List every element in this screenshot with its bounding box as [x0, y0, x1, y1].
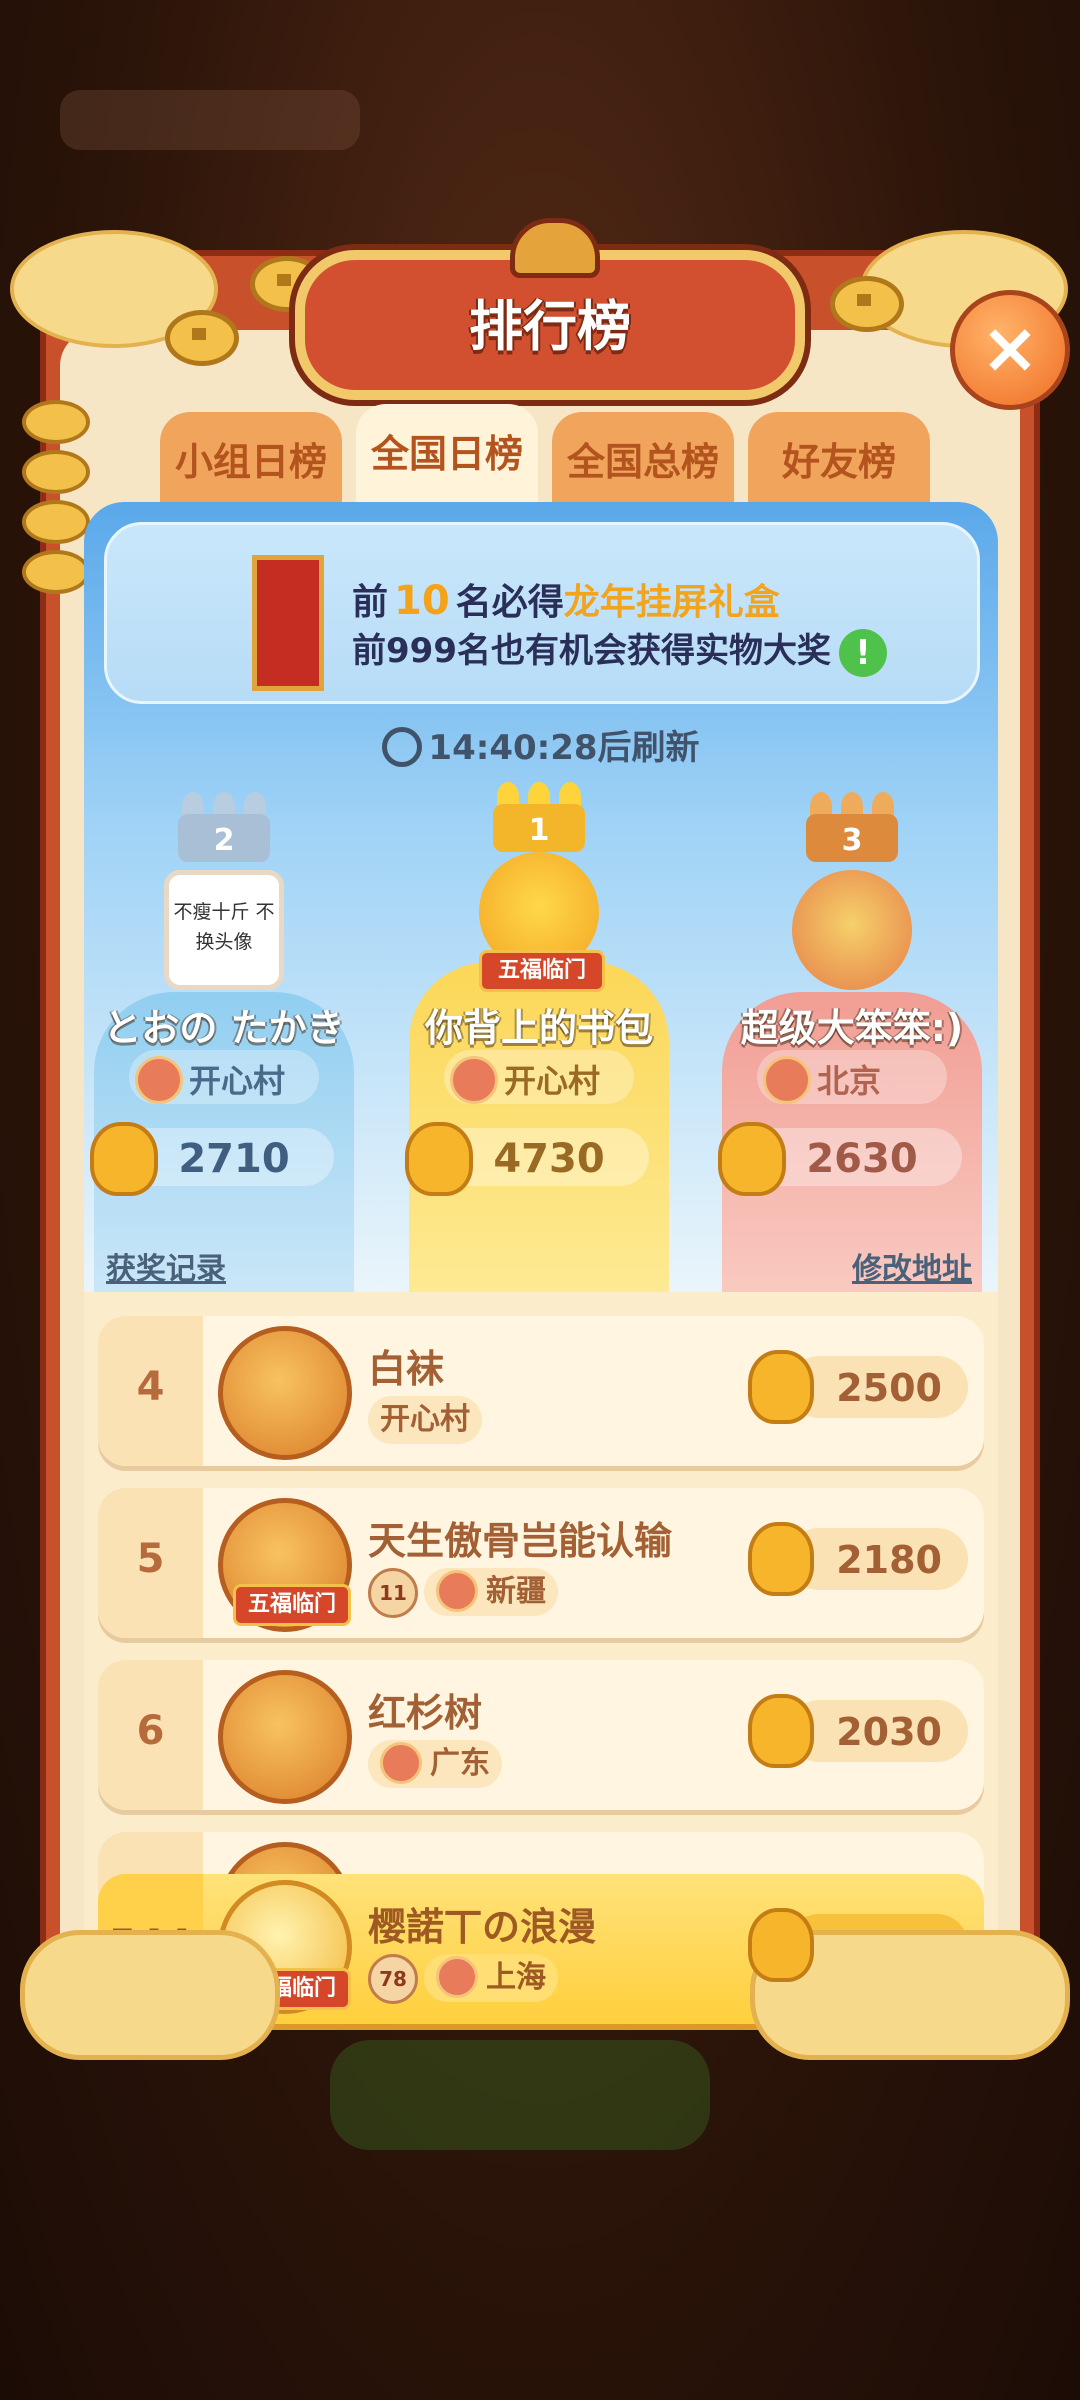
background-blur — [60, 90, 360, 150]
podium-rank-3[interactable]: 3 超级大笨笨:) 北京 2630 — [702, 502, 998, 1292]
score-pill: 2030 — [788, 1700, 968, 1762]
player-tags: 78 上海 — [368, 1954, 564, 2004]
rank-number: 6 — [136, 1708, 165, 1754]
level-badge: 78 — [368, 1954, 418, 2004]
location-tag: 开心村 — [368, 1396, 482, 1444]
money-bag-icon — [748, 1522, 814, 1596]
tab-national-total[interactable]: 全国总榜 — [552, 412, 734, 508]
podium-score: 2630 — [806, 1136, 918, 1182]
money-bag-icon — [748, 1694, 814, 1768]
location-badge-icon — [436, 1955, 478, 1998]
podium-rank-number: 2 — [213, 823, 235, 858]
award-record-link[interactable]: 获奖记录 — [106, 1244, 226, 1288]
close-button[interactable]: × — [950, 290, 1070, 410]
tab-national-daily[interactable]: 全国日榜 — [356, 404, 538, 508]
podium-score: 4730 — [493, 1136, 605, 1182]
location-pill: 北京 — [757, 1050, 947, 1104]
avatar-badge: 五福临门 — [479, 950, 605, 992]
background-blur — [330, 2040, 710, 2150]
avatar — [792, 870, 912, 990]
money-bag-icon — [748, 1908, 814, 1982]
close-icon: × — [980, 307, 1040, 389]
player-name: 白袜 — [368, 1347, 445, 1391]
tab-bar: 小组日榜 全国日榜 全国总榜 好友榜 — [160, 404, 930, 508]
score-pill: 4730 — [405, 1122, 649, 1196]
podium-rank-number: 3 — [841, 823, 863, 858]
location-pill: 开心村 — [444, 1050, 634, 1104]
score-pill: 2630 — [718, 1122, 962, 1196]
score-pill: 2500 — [788, 1356, 968, 1418]
location-pill: 开心村 — [129, 1050, 319, 1104]
tab-group-daily[interactable]: 小组日榜 — [160, 412, 342, 508]
rank-number: 4 — [136, 1364, 165, 1410]
podium-location: 开心村 — [189, 1062, 286, 1100]
avatar-badge: 五福临门 — [233, 1584, 351, 1626]
crown-gold-icon: 1 — [493, 782, 585, 852]
top-three-panel: 前 10 名必得龙年挂屏礼盒 前999名也有机会获得实物大奖! 14:40:28后刷… — [84, 502, 998, 1292]
player-tags: 开心村 — [368, 1396, 488, 1446]
score-pill: 2710 — [90, 1122, 334, 1196]
money-bag-icon — [748, 1350, 814, 1424]
location-badge-icon — [135, 1056, 183, 1104]
player-name: 红杉树 — [368, 1691, 483, 1735]
page-title: 排行榜 — [469, 295, 631, 358]
score-value: 2500 — [836, 1366, 942, 1410]
location-tag: 广东 — [368, 1740, 502, 1788]
podium-player-name: 你背上的书包 — [424, 1006, 653, 1050]
score-value: 2030 — [836, 1710, 942, 1754]
location-badge-icon — [436, 1569, 478, 1612]
list-item[interactable]: 5 五福临门 天生傲骨岂能认输 11 新疆 2180 — [98, 1488, 984, 1638]
crown-bronze-icon: 3 — [806, 792, 898, 862]
crown-silver-icon: 2 — [178, 792, 270, 862]
list-item[interactable]: 6 红杉树 广东 2030 — [98, 1660, 984, 1810]
location-tag: 上海 — [424, 1954, 558, 2002]
location-badge-icon — [380, 1741, 422, 1784]
player-tags: 11 新疆 — [368, 1568, 564, 1618]
location-text: 开心村 — [380, 1402, 470, 1437]
location-tag: 新疆 — [424, 1568, 558, 1616]
location-text: 上海 — [486, 1960, 546, 1995]
podium-rank-1[interactable]: 1 五福临门 你背上的书包 开心村 4730 — [389, 502, 689, 1292]
podium-rank-2[interactable]: 2 不瘦十斤 不换头像 とおの たかき 开心村 2710 — [84, 502, 374, 1292]
coin-string-icon — [22, 400, 90, 600]
location-badge-icon — [763, 1056, 811, 1104]
podium-location: 开心村 — [504, 1062, 601, 1100]
score-pill: 2180 — [788, 1528, 968, 1590]
title-plaque: 排行榜 — [295, 218, 805, 400]
score-value: 2180 — [836, 1538, 942, 1582]
bottom-cloud-decoration — [20, 1930, 280, 2060]
avatar — [218, 1670, 352, 1804]
edit-address-link[interactable]: 修改地址 — [852, 1244, 972, 1288]
coin-icon — [830, 276, 904, 332]
tab-friends[interactable]: 好友榜 — [748, 412, 930, 508]
podium-player-name: とおの たかき — [103, 1006, 345, 1050]
avatar: 不瘦十斤 不换头像 — [164, 870, 284, 990]
avatar — [218, 1326, 352, 1460]
location-text: 新疆 — [486, 1574, 546, 1609]
my-player-name: 樱諾丅の浪漫 — [368, 1905, 597, 1949]
podium-location: 北京 — [817, 1062, 882, 1100]
location-text: 广东 — [430, 1746, 490, 1781]
coin-icon — [165, 310, 239, 366]
podium-player-name: 超级大笨笨:) — [740, 1006, 964, 1050]
location-badge-icon — [450, 1056, 498, 1104]
level-badge: 11 — [368, 1568, 418, 1618]
rank-number: 5 — [136, 1536, 165, 1582]
podium-score: 2710 — [178, 1136, 290, 1182]
player-name: 天生傲骨岂能认输 — [368, 1519, 673, 1563]
podium-rank-number: 1 — [528, 813, 550, 848]
list-item[interactable]: 4 白袜 开心村 2500 — [98, 1316, 984, 1466]
player-tags: 广东 — [368, 1740, 508, 1790]
